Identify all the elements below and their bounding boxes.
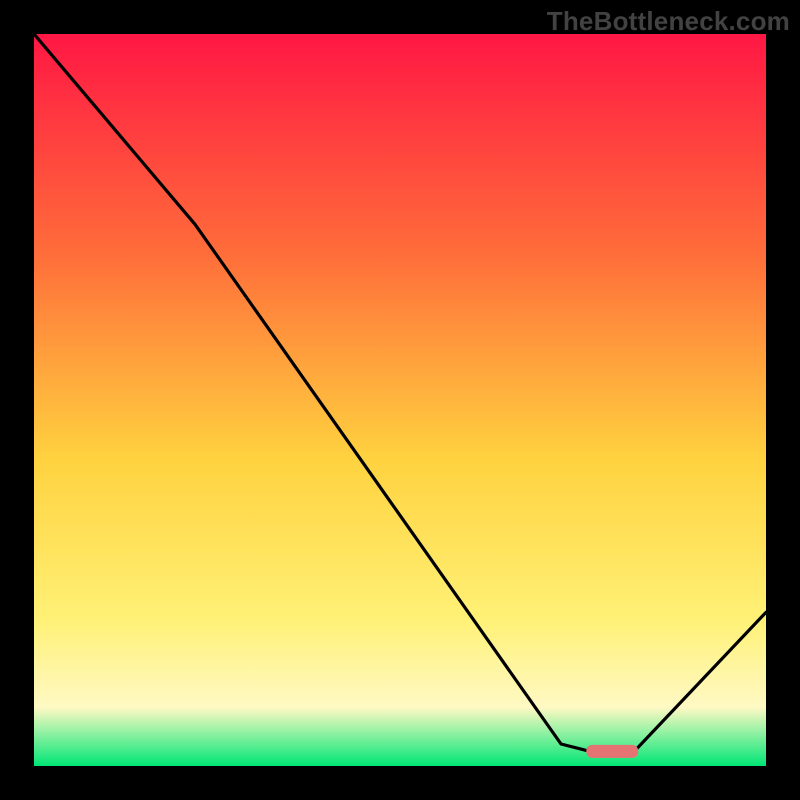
chart-container: TheBottleneck.com (0, 0, 800, 800)
plot-area (34, 34, 766, 766)
watermark-text: TheBottleneck.com (547, 6, 790, 37)
gradient-background (34, 34, 766, 766)
chart-svg (34, 34, 766, 766)
optimum-marker (586, 745, 638, 758)
